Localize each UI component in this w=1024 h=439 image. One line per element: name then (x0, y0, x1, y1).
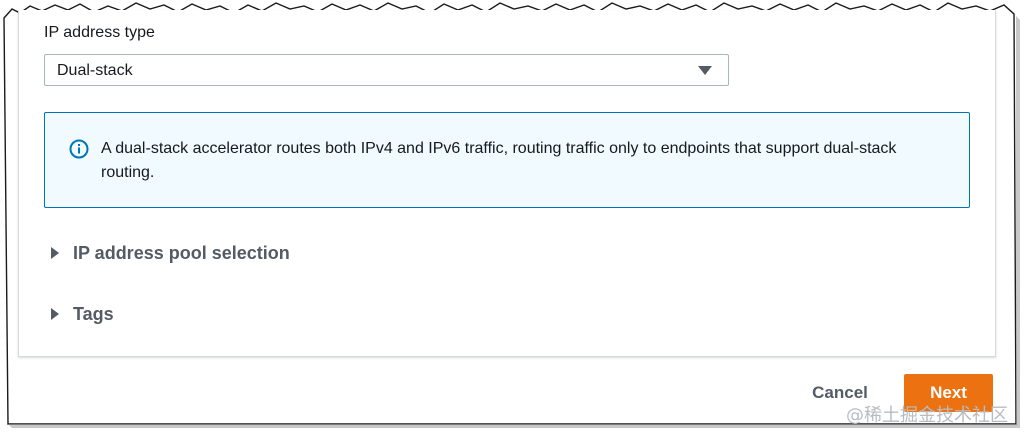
ip-address-pool-selection-label: IP address pool selection (73, 242, 290, 263)
watermark: @稀土掘金技术社区 (846, 405, 1008, 426)
info-alert: A dual-stack accelerator routes both IPv… (44, 112, 970, 208)
tags-expander[interactable]: Tags (51, 302, 114, 326)
info-icon (69, 139, 89, 159)
info-alert-text: A dual-stack accelerator routes both IPv… (101, 140, 897, 181)
caret-right-icon (51, 308, 59, 320)
ip-address-type-label: IP address type (44, 24, 155, 41)
caret-right-icon (51, 247, 59, 259)
form-panel: IP address type Dual-stack A dual-stack … (18, 10, 996, 357)
ip-address-type-value: Dual-stack (57, 62, 133, 79)
ip-address-type-select[interactable]: Dual-stack (44, 54, 729, 86)
tags-label: Tags (73, 303, 114, 324)
caret-down-icon (698, 66, 712, 75)
page: IP address type Dual-stack A dual-stack … (0, 0, 1024, 439)
ip-address-pool-selection-expander[interactable]: IP address pool selection (51, 241, 290, 265)
